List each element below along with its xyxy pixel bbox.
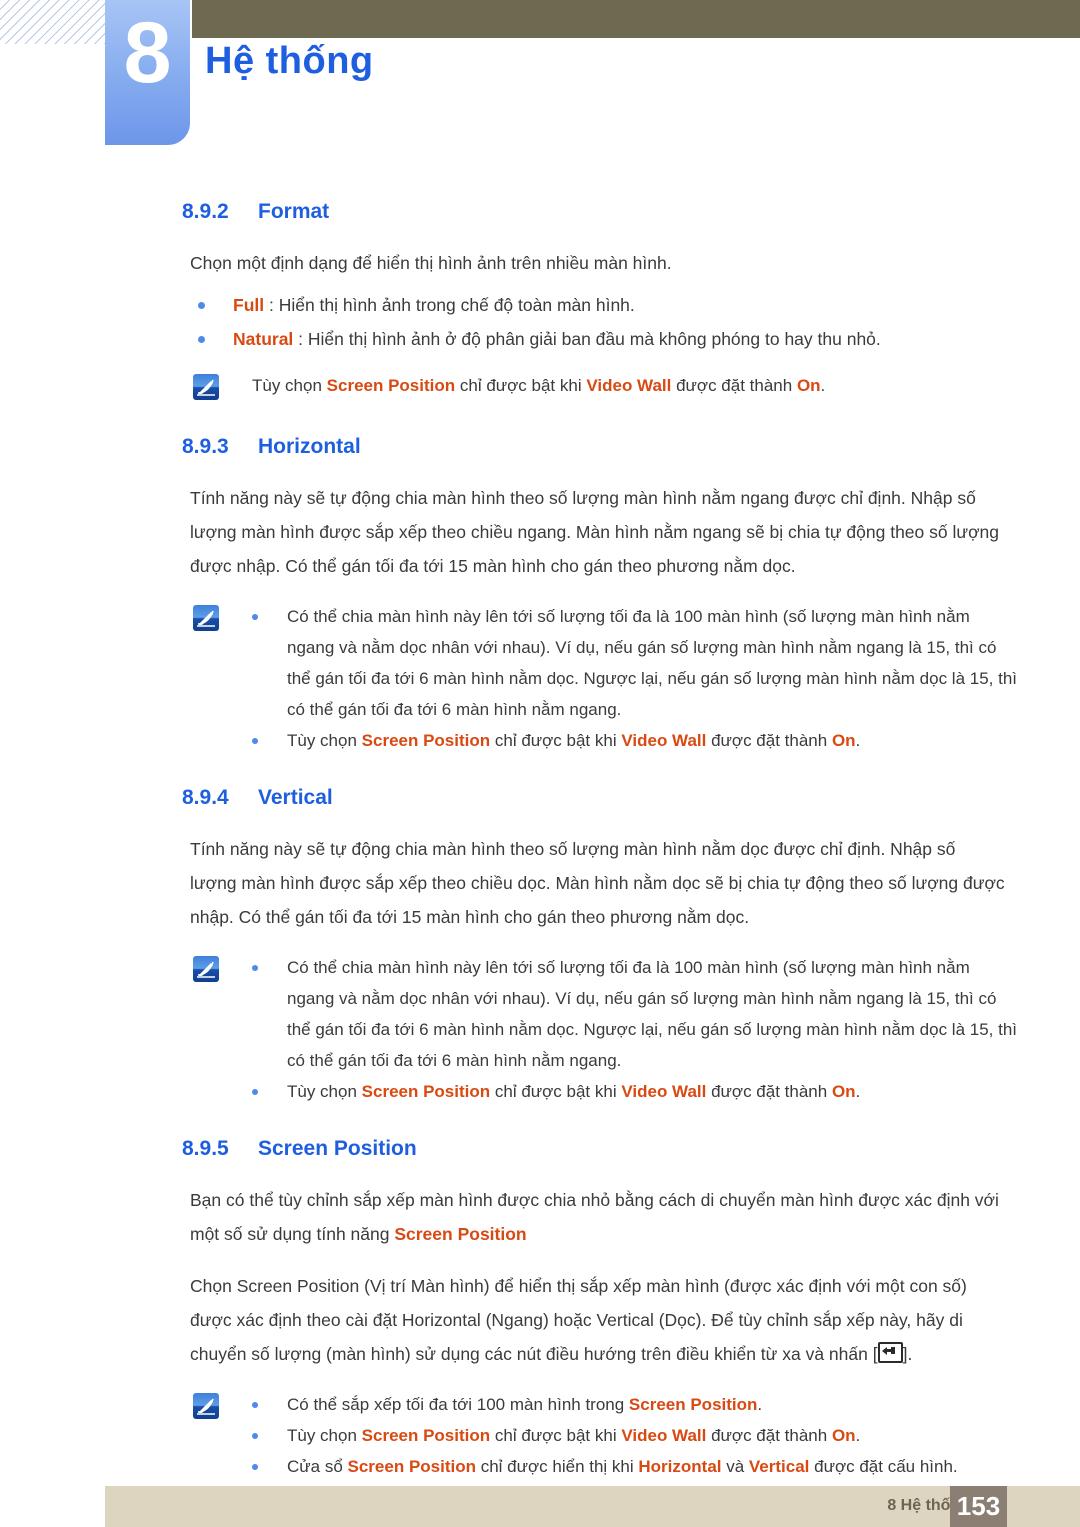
list-item: Tùy chọn Screen Position chỉ được bật kh…	[190, 1076, 1020, 1107]
list-item: Natural : Hiển thị hình ảnh ở độ phân gi…	[190, 322, 1013, 356]
enter-key-icon	[877, 1342, 903, 1363]
note-text-a: Tùy chọn	[287, 731, 362, 750]
note-block-horizontal: Có thể chia màn hình này lên tới số lượn…	[190, 601, 1020, 756]
list-item: Cửa sổ Screen Position chỉ được hiển thị…	[190, 1451, 1020, 1482]
note-kw-screen-position: Screen Position	[361, 731, 491, 750]
section-number: 8.9.5	[182, 1137, 229, 1160]
section-number: 8.9.4	[182, 786, 229, 809]
note-kw-video-wall: Video Wall	[621, 731, 707, 750]
list-item: Tùy chọn Screen Position chỉ được bật kh…	[190, 725, 1020, 756]
note-block-screen-position: Có thể sắp xếp tối đa tới 100 màn hình t…	[190, 1389, 1020, 1482]
sp-para1-keyword: Screen Position	[394, 1224, 527, 1244]
sp-para2-text-a: Chọn Screen Position (Vị trí Màn hình) đ…	[190, 1276, 967, 1364]
note-text-b: chỉ được bật khi	[490, 1082, 622, 1101]
note-kw-screen-position: Screen Position	[347, 1457, 476, 1476]
section-name: Horizontal	[258, 435, 361, 458]
section-name: Screen Position	[258, 1137, 417, 1160]
header-olive-bar	[192, 0, 1080, 38]
note-text-d: .	[855, 1426, 861, 1445]
note-kw-screen-position: Screen Position	[361, 1082, 491, 1101]
note-block-vertical: Có thể chia màn hình này lên tới số lượn…	[190, 952, 1020, 1107]
list-item: Có thể sắp xếp tối đa tới 100 màn hình t…	[190, 1389, 1020, 1420]
note-list: Có thể sắp xếp tối đa tới 100 màn hình t…	[190, 1389, 1020, 1482]
note-kw-video-wall: Video Wall	[621, 1082, 707, 1101]
page-header: 8 Hệ thống	[0, 0, 1080, 160]
note-kw-on: On	[831, 731, 856, 750]
format-intro-paragraph: Chọn một định dạng để hiển thị hình ảnh …	[190, 253, 672, 273]
note-text-c: và	[721, 1457, 749, 1476]
note-text-c: được đặt thành	[671, 376, 797, 395]
section-name: Format	[258, 200, 330, 223]
note-text-b: chỉ được bật khi	[455, 376, 587, 395]
section-number: 8.9.3	[182, 435, 229, 458]
note-kw-vertical: Vertical	[748, 1457, 810, 1476]
note-kw-on: On	[796, 376, 821, 395]
horizontal-paragraph: Tính năng này sẽ tự động chia màn hình t…	[190, 488, 1000, 576]
chapter-tab: 8	[105, 0, 190, 145]
sp-para2-text-b: ].	[902, 1344, 913, 1364]
note-kw-on: On	[831, 1426, 856, 1445]
note-pen-icon	[193, 374, 219, 400]
note-list: Có thể chia màn hình này lên tới số lượn…	[190, 601, 1020, 756]
option-desc-full: : Hiển thị hình ảnh trong chế độ toàn mà…	[264, 295, 635, 315]
section-number: 8.9.2	[182, 200, 229, 223]
note-text-c: được đặt thành	[706, 1082, 832, 1101]
chapter-title: Hệ thống	[205, 40, 374, 82]
section-name: Vertical	[258, 786, 333, 809]
note-kw-video-wall: Video Wall	[621, 1426, 707, 1445]
note-text-b: chỉ được bật khi	[490, 731, 622, 750]
format-options-list: Full : Hiển thị hình ảnh trong chế độ to…	[0, 288, 1080, 356]
note-text: Tùy chọn Screen Position chỉ được bật kh…	[190, 370, 1020, 401]
enter-arrow-head	[881, 1347, 887, 1355]
list-item: Tùy chọn Screen Position chỉ được bật kh…	[190, 1420, 1020, 1451]
note-text-c: được đặt thành	[706, 731, 832, 750]
note-text-a: Tùy chọn	[287, 1082, 362, 1101]
note-text-d: được đặt cấu hình.	[809, 1457, 958, 1476]
note-kw-on: On	[831, 1082, 856, 1101]
note-text-a: Tùy chọn	[252, 376, 327, 395]
note-kw-horizontal: Horizontal	[638, 1457, 722, 1476]
note-block-format: Tùy chọn Screen Position chỉ được bật kh…	[190, 370, 1020, 401]
option-desc-natural: : Hiển thị hình ảnh ở độ phân giải ban đ…	[293, 329, 881, 349]
note-list: Có thể chia màn hình này lên tới số lượn…	[190, 952, 1020, 1107]
note-text-d: .	[820, 376, 826, 395]
note-kw-screen-position: Screen Position	[628, 1395, 758, 1414]
page-footer: 8 Hệ thống 153	[105, 1486, 1080, 1527]
list-item: Có thể chia màn hình này lên tới số lượn…	[190, 601, 1020, 725]
note-text-d: .	[855, 731, 861, 750]
vertical-paragraph: Tính năng này sẽ tự động chia màn hình t…	[190, 839, 1005, 927]
page-content: 8.9.2 Format Chọn một định dạng để hiển …	[0, 200, 1080, 1482]
hatch-decoration	[0, 0, 105, 44]
footer-page-number: 153	[950, 1486, 1007, 1527]
note-text-c: được đặt thành	[706, 1426, 832, 1445]
note-kw-video-wall: Video Wall	[586, 376, 672, 395]
chapter-number: 8	[123, 5, 172, 101]
note-text-b: .	[757, 1395, 763, 1414]
screen-position-paragraph-1: Bạn có thể tùy chỉnh sắp xếp màn hình đư…	[190, 1183, 1006, 1251]
section-heading-screen-position: 8.9.5 Screen Position	[182, 1137, 1080, 1161]
option-keyword-natural: Natural	[233, 329, 294, 349]
note-text-d: .	[855, 1082, 861, 1101]
section-heading-vertical: 8.9.4 Vertical	[182, 786, 1080, 810]
section-heading-horizontal: 8.9.3 Horizontal	[182, 435, 1080, 459]
section-heading-format: 8.9.2 Format	[182, 200, 1080, 224]
note-text-b: chỉ được hiển thị khi	[476, 1457, 639, 1476]
note-text-a: Tùy chọn	[287, 1426, 362, 1445]
sp-para1-text: Bạn có thể tùy chỉnh sắp xếp màn hình đư…	[190, 1190, 999, 1244]
note-text-b: chỉ được bật khi	[490, 1426, 622, 1445]
note-kw-screen-position: Screen Position	[361, 1426, 491, 1445]
note-text-a: Có thể sắp xếp tối đa tới 100 màn hình t…	[287, 1395, 629, 1414]
note-kw-screen-position: Screen Position	[326, 376, 456, 395]
list-item: Full : Hiển thị hình ảnh trong chế độ to…	[190, 288, 1013, 322]
option-keyword-full: Full	[233, 295, 265, 315]
list-item: Có thể chia màn hình này lên tới số lượn…	[190, 952, 1020, 1076]
screen-position-paragraph-2: Chọn Screen Position (Vị trí Màn hình) đ…	[190, 1269, 1006, 1371]
note-text-a: Cửa sổ	[287, 1457, 348, 1476]
